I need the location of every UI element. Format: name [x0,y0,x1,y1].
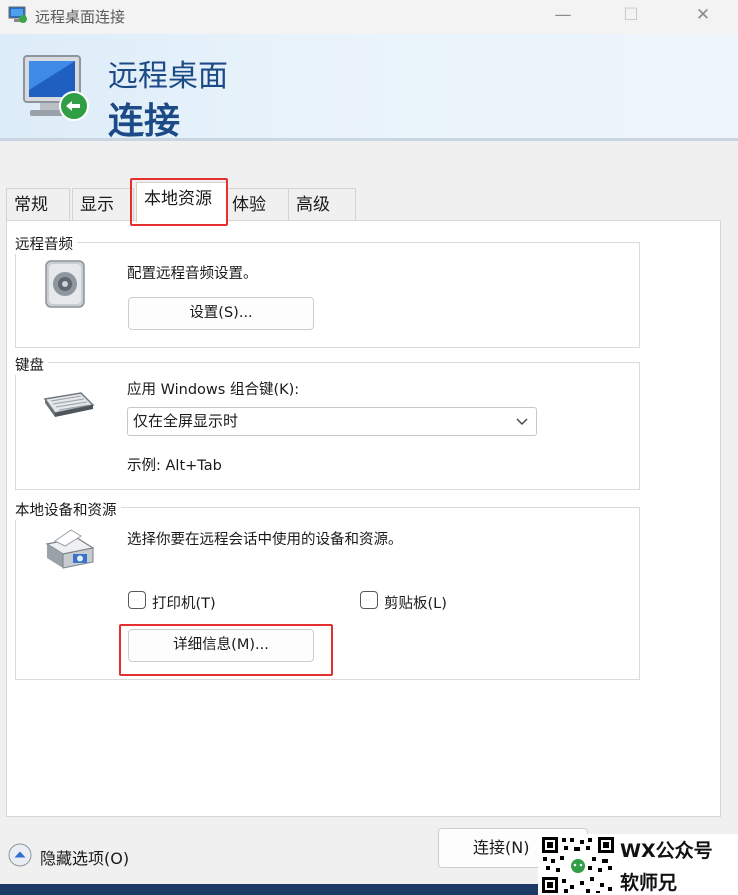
maximize-button[interactable]: ☐ [608,0,654,32]
printer-label: 打印机(T) [152,596,216,612]
details-highlight-annotation [119,624,333,676]
audio-description: 配置远程音频设置。 [127,266,258,282]
windows-keys-selected-value: 仅在全屏显示时 [133,412,239,430]
header-banner: 远程桌面 连接 [0,34,738,142]
remote-desktop-small-icon [8,6,27,23]
minimize-button[interactable]: — [540,0,586,32]
tab-highlight-annotation [130,178,228,226]
apply-windows-keys-label: 应用 Windows 组合键(K): [127,382,300,398]
title-bar: 远程桌面连接 — ☐ ✕ [0,0,738,34]
tab-display[interactable]: 显示 [72,188,134,220]
tab-general[interactable]: 常规 [6,188,70,220]
window-title: 远程桌面连接 [35,8,126,26]
close-button[interactable]: ✕ [680,0,726,32]
audio-settings-button[interactable]: 设置(S)... [128,297,314,330]
remote-desktop-icon [23,55,89,121]
keyboard-example: 示例: Alt+Tab [127,458,222,474]
tab-experience[interactable]: 体验 [224,188,290,220]
windows-keys-select[interactable]: 仅在全屏显示时 [127,407,537,436]
banner-title-line2: 连接 [108,101,181,142]
local-devices-legend: 本地设备和资源 [15,499,121,520]
watermark-line1: WX公众号 [620,840,713,862]
chevron-up-circle-icon[interactable] [8,843,32,867]
banner-title-line1: 远程桌面 [108,59,228,94]
keyboard-legend: 键盘 [15,354,48,375]
local-resources-panel: 远程音频 配置远程音频设置。 设置(S)... 键盘 应用 Windows 组合… [6,220,721,817]
clipboard-label: 剪贴板(L) [384,596,447,612]
qr-code-icon [540,835,616,895]
tab-advanced[interactable]: 高级 [288,188,356,220]
printer-icon [45,529,95,569]
devices-description: 选择你要在远程会话中使用的设备和资源。 [127,532,403,548]
speaker-icon [45,260,85,308]
hide-options-toggle[interactable]: 隐藏选项(O) [40,845,129,869]
chevron-down-icon [516,418,528,425]
keyboard-icon [43,392,95,417]
remote-audio-group [15,242,640,348]
watermark-line2: 软师兄 [620,872,678,894]
printer-checkbox[interactable] [128,591,146,609]
watermark: WX公众号 软师兄 [538,834,738,895]
clipboard-checkbox[interactable] [360,591,378,609]
remote-audio-legend: 远程音频 [15,233,77,254]
